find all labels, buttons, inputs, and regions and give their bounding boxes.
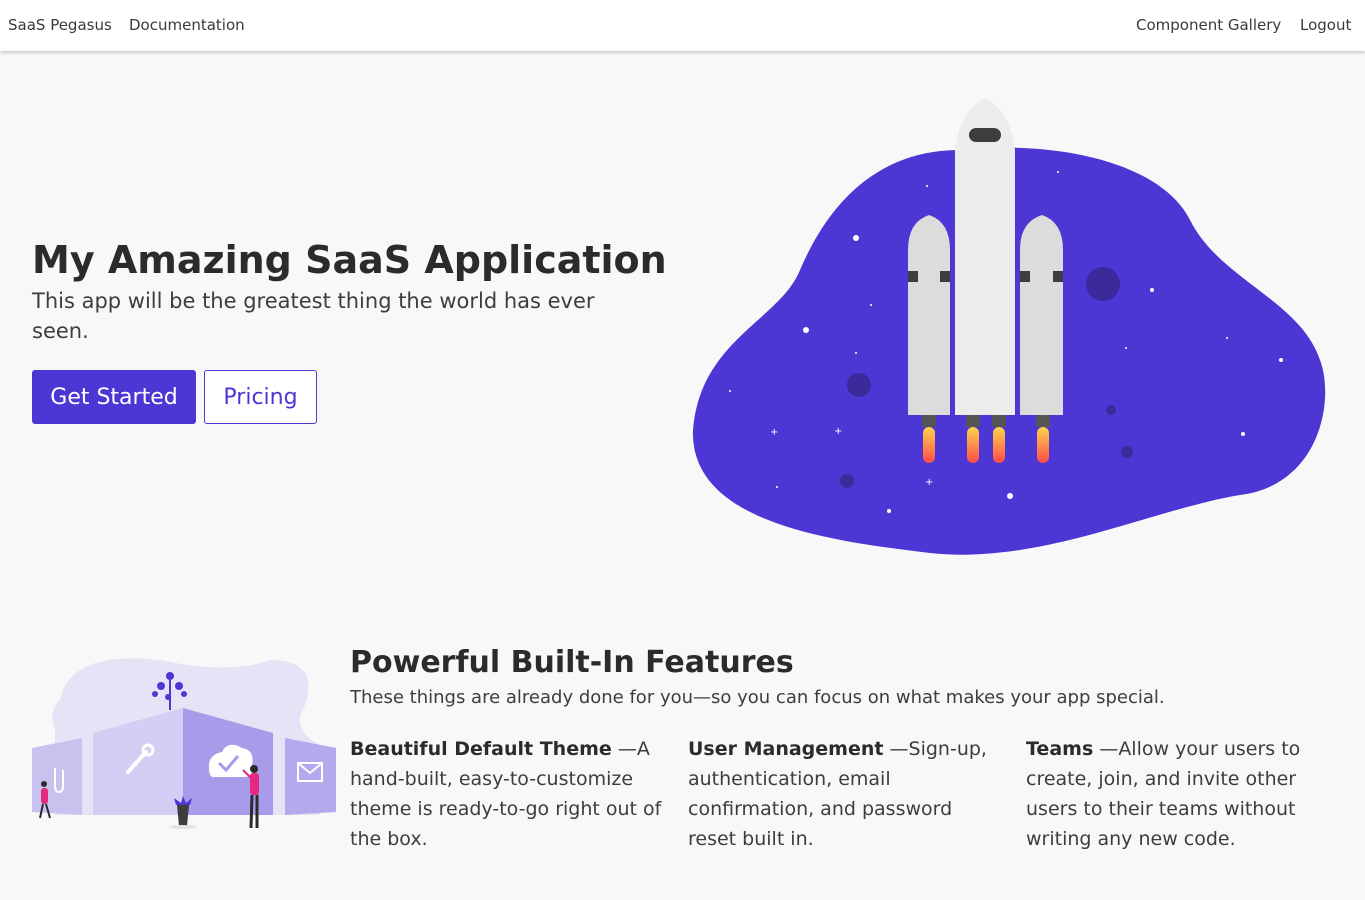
svg-text:+: + — [925, 477, 933, 488]
documentation-link[interactable]: Documentation — [129, 15, 245, 35]
feature-name: User Management — [688, 738, 884, 760]
svg-text:+: + — [770, 427, 778, 438]
logout-link[interactable]: Logout — [1300, 15, 1351, 35]
pricing-button[interactable]: Pricing — [204, 370, 317, 424]
component-gallery-link[interactable]: Component Gallery — [1136, 15, 1281, 35]
features-illustration-icon — [32, 658, 336, 829]
features-subtitle: These things are already done for you—so… — [350, 687, 1165, 708]
feature-teams: Teams —Allow your users to create, join,… — [1026, 734, 1344, 854]
feature-user-management: User Management —Sign-up, authentication… — [688, 734, 1006, 854]
hero-title: My Amazing SaaS Application — [32, 238, 667, 282]
feature-theme: Beautiful Default Theme —A hand-built, e… — [350, 734, 668, 854]
rocket-illustration-icon: + + + — [692, 98, 1326, 555]
features-title: Powerful Built-In Features — [350, 645, 794, 680]
top-navbar: SaaS Pegasus Documentation Component Gal… — [0, 0, 1365, 51]
brand-link[interactable]: SaaS Pegasus — [8, 15, 112, 35]
get-started-button[interactable]: Get Started — [32, 370, 196, 424]
hero-subtitle: This app will be the greatest thing the … — [32, 289, 595, 343]
svg-text:+: + — [834, 426, 842, 437]
feature-name: Teams — [1026, 738, 1094, 760]
feature-name: Beautiful Default Theme — [350, 738, 612, 760]
